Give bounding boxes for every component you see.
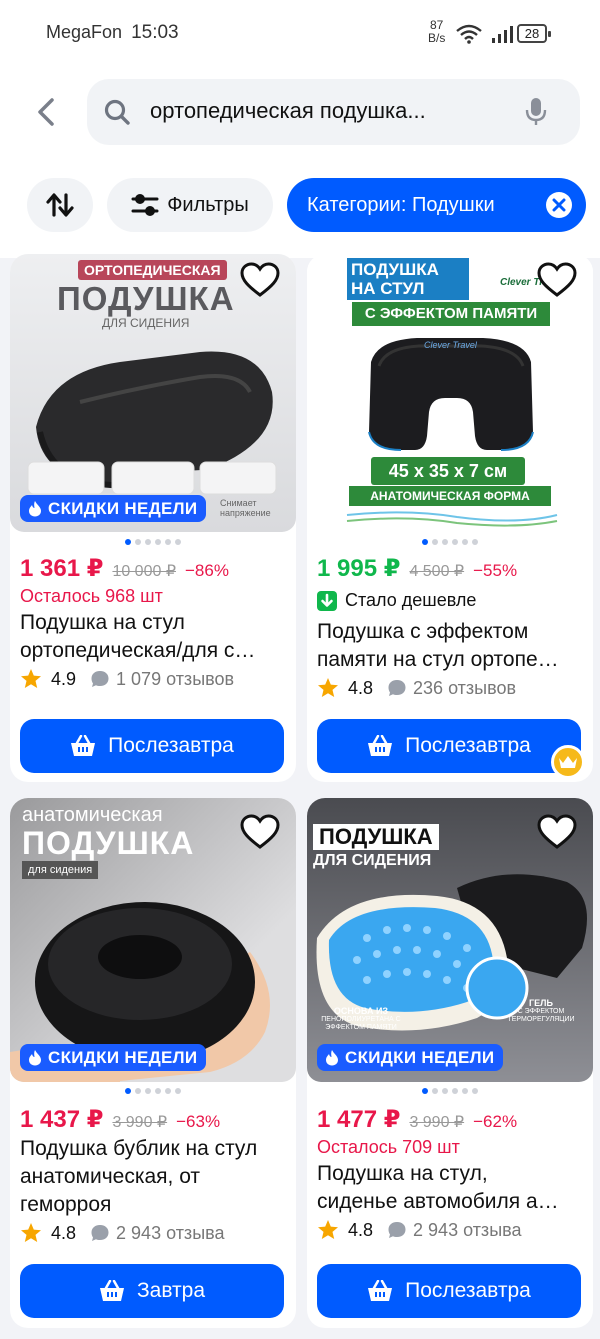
delivery-button[interactable]: Послезавтра [317,1264,581,1318]
product-title[interactable]: Подушка на стул ортопедическая/для с… [20,609,286,665]
price-drop-note: Стало дешевле [317,590,476,611]
fire-icon [326,1050,338,1066]
basket-icon [368,735,393,756]
image-pagination [422,1088,478,1094]
product-image[interactable]: ОРТОПЕДИЧЕСКАЯ ПОДУШКА ДЛЯ СИДЕНИЯ Снима… [10,254,296,532]
delivery-button[interactable]: Послезавтра [20,719,284,773]
category-chip[interactable]: Категории: Подушки [287,178,586,232]
chevron-left-icon [38,98,54,126]
old-price: 4 500 ₽ [409,563,465,580]
network-speed: 87 B/s [428,18,446,45]
product-image[interactable]: анатомическая ПОДУШКА для сидения СКИДКИ… [10,798,296,1082]
weekly-discount-badge: СКИДКИ НЕДЕЛИ [317,1044,504,1071]
star-icon [21,669,41,688]
product-title[interactable]: Подушка с эффектом памяти на стул ортопе… [317,618,583,674]
comment-icon [91,671,109,687]
star-icon [21,1223,41,1242]
price: 1 437 ₽ [20,1106,104,1133]
image-pagination [422,539,478,545]
basket-icon [99,1280,124,1301]
heart-icon[interactable] [537,814,577,850]
search-icon [104,99,130,125]
delivery-button[interactable]: Послезавтра [317,719,581,773]
delivery-button[interactable]: Завтра [20,1264,284,1318]
search-query: ортопедическая подушка... [150,98,426,123]
price-row: 1 477 ₽ 3 990 ₽ −62% [317,1105,517,1134]
product-title[interactable]: Подушка бублик на стул анатомическая, от… [20,1135,286,1219]
product-card[interactable]: ПОДУШКА ДЛЯ СИДЕНИЯ ОСНОВА ИЗ ПЕНОПОЛИУР… [307,798,593,1328]
search-input[interactable]: ортопедическая подушка... [87,79,580,145]
fire-icon [29,1050,41,1066]
product-image[interactable]: ПОДУШКА ДЛЯ СИДЕНИЯ ОСНОВА ИЗ ПЕНОПОЛИУР… [307,798,593,1082]
old-price: 3 990 ₽ [409,1114,465,1131]
image-pagination [125,1088,181,1094]
memory-cushion-illustration [368,338,534,451]
comment-icon [388,1222,406,1238]
basket-icon [368,1280,393,1301]
close-icon[interactable] [546,192,572,218]
price-row: 1 361 ₽ 10 000 ₽ −86% [20,554,229,583]
old-price: 10 000 ₽ [112,563,176,580]
status-bar: MegaFon 15:03 87 B/s 28 [0,0,600,70]
old-price: 3 990 ₽ [112,1114,168,1131]
stock-note: Осталось 968 шт [20,586,163,606]
sort-arrows-icon [46,193,74,217]
image-pagination [125,539,181,545]
microphone-icon[interactable] [525,97,547,127]
price: 1 361 ₽ [20,555,104,582]
carrier-name: MegaFon [46,22,123,42]
rating-row: 4.9 1 079 отзывов [20,668,234,690]
wifi-icon [456,24,482,44]
comment-icon [388,680,406,696]
discount: −63% [176,1112,221,1131]
star-icon [318,678,338,697]
price: 1 477 ₽ [317,1106,401,1133]
price-row: 1 437 ₽ 3 990 ₽ −63% [20,1105,220,1134]
filters-button[interactable]: Фильтры [107,178,273,232]
star-icon [318,1220,338,1239]
heart-icon[interactable] [240,814,280,850]
discount: −62% [473,1112,518,1131]
price-row: 1 995 ₽ 4 500 ₽ −55% [317,554,517,583]
filter-sliders-icon [131,194,159,216]
price-down-icon [317,590,337,611]
product-title[interactable]: Подушка на стул, сиденье автомобиля а… [317,1160,583,1216]
heart-icon[interactable] [240,262,280,298]
clock: 15:03 [131,22,179,43]
rating-row: 4.8 2 943 отзыва [20,1222,225,1244]
signal-icon [492,26,513,43]
product-card[interactable]: ОРТОПЕДИЧЕСКАЯ ПОДУШКА ДЛЯ СИДЕНИЯ Снима… [10,254,296,782]
rating-row: 4.8 236 отзывов [317,677,516,699]
sort-button[interactable] [27,178,93,232]
rating-row: 4.8 2 943 отзыва [317,1219,522,1241]
weekly-discount-badge: СКИДКИ НЕДЕЛИ [20,1044,207,1071]
heart-icon[interactable] [537,262,577,298]
discount: −86% [185,561,229,580]
weekly-discount-badge: СКИДКИ НЕДЕЛИ [20,495,207,522]
filters-label: Фильтры [167,193,249,216]
product-card[interactable]: ПОДУШКА НА СТУЛ Clever Travel С ЭФФЕКТОМ… [307,254,593,782]
back-button[interactable] [30,94,62,130]
product-card[interactable]: анатомическая ПОДУШКА для сидения СКИДКИ… [10,798,296,1328]
stock-note: Осталось 709 шт [317,1137,460,1157]
category-chip-label: Категории: Подушки [307,193,495,216]
search-header: ортопедическая подушка... Фильтры Катего… [0,70,600,258]
price: 1 995 ₽ [317,555,401,582]
product-image[interactable]: ПОДУШКА НА СТУЛ Clever Travel С ЭФФЕКТОМ… [307,254,593,532]
battery-icon: 28 [517,24,551,43]
fire-icon [29,501,41,517]
discount: −55% [473,561,518,580]
basket-icon [71,735,96,756]
comment-icon [91,1225,109,1241]
crown-icon [551,745,585,779]
